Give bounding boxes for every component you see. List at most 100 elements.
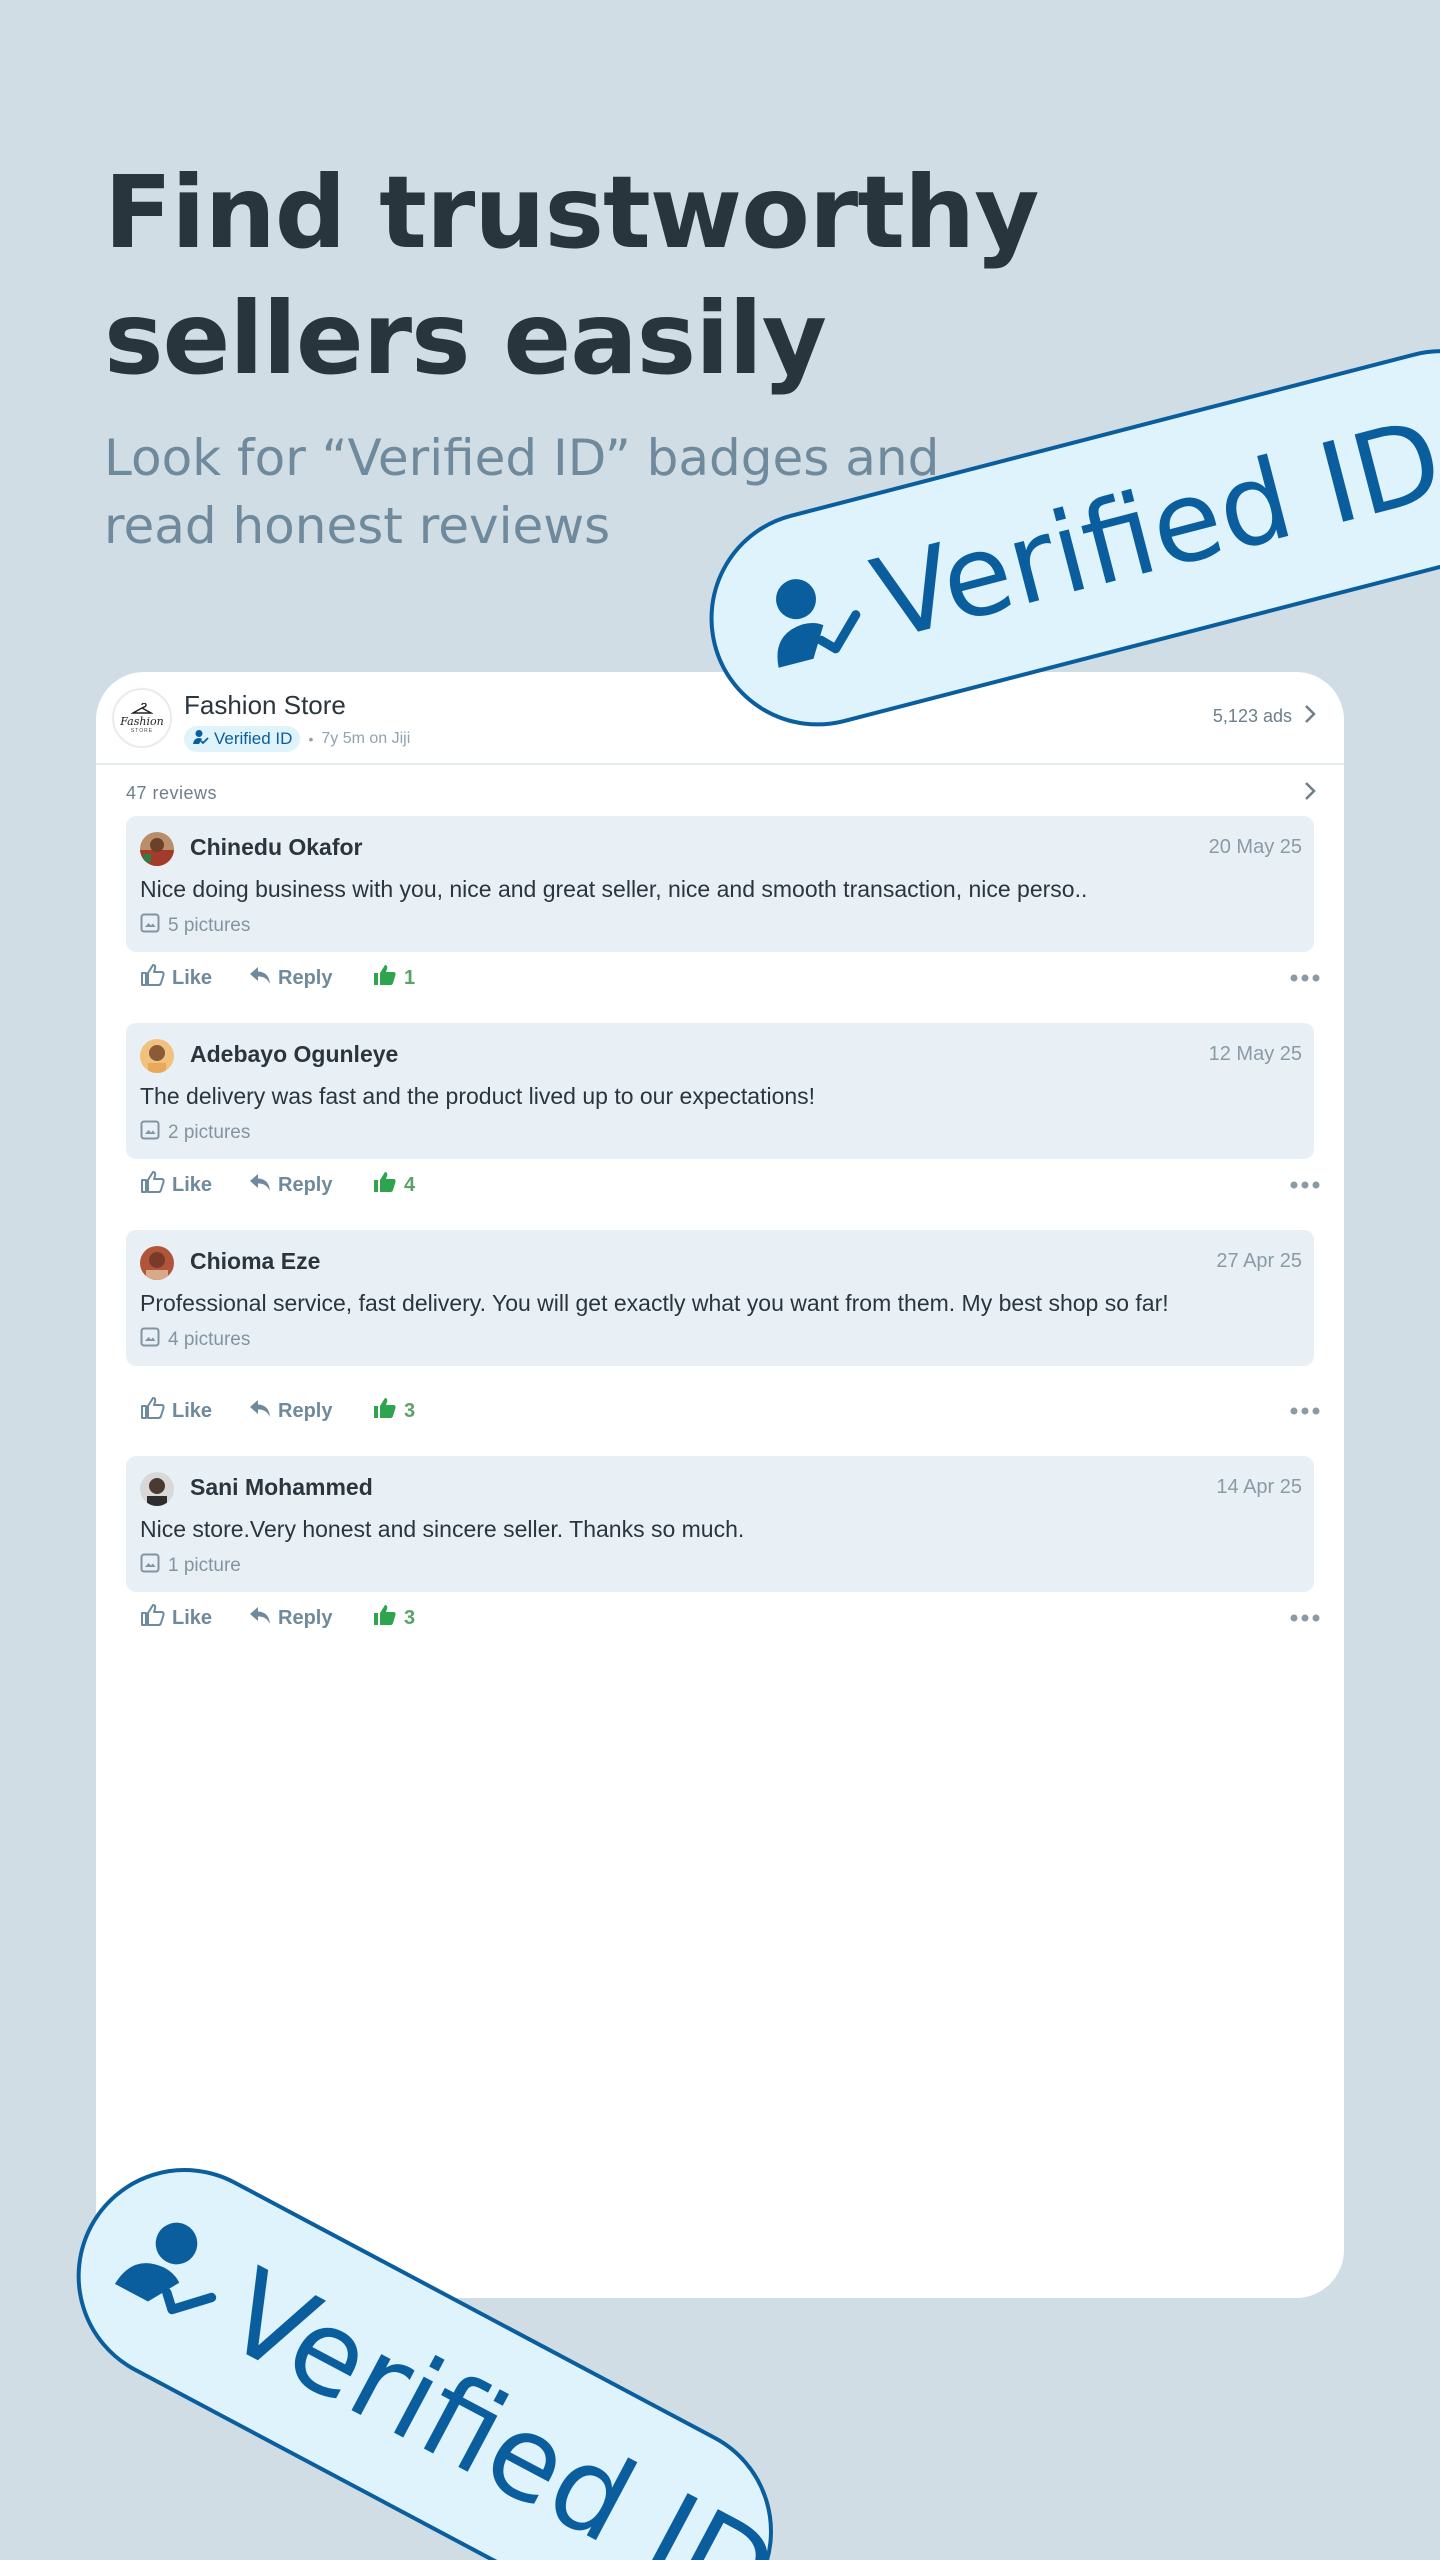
more-horizontal-icon — [1290, 1402, 1320, 1420]
review-text: Professional service, fast delivery. You… — [140, 1290, 1169, 1316]
review-pictures-label: 1 picture — [168, 1555, 241, 1576]
store-logo-text: Fashion — [120, 714, 164, 728]
store-name[interactable]: Fashion Store — [184, 690, 346, 721]
review-author: Sani Mohammed — [190, 1474, 373, 1500]
verified-user-icon — [107, 2202, 245, 2342]
review-text: Nice doing business with you, nice and g… — [140, 876, 1088, 902]
reviews-count: 47 reviews — [126, 782, 218, 803]
like-button[interactable]: Like — [140, 1598, 212, 1638]
thumb-up-outline-icon — [140, 1170, 166, 1200]
ads-count: 5,123 ads — [1212, 706, 1292, 726]
avatar — [140, 1246, 174, 1280]
review-card[interactable]: Chinedu Okafor 20 May 25 Nice doing busi… — [126, 816, 1314, 952]
reply-button[interactable]: Reply — [248, 1165, 332, 1205]
avatar — [140, 1039, 174, 1073]
image-icon — [140, 1553, 160, 1579]
image-icon — [140, 1120, 160, 1146]
more-options-button[interactable] — [1290, 958, 1320, 998]
reply-button[interactable]: Reply — [248, 958, 332, 998]
reply-button[interactable]: Reply — [248, 1598, 332, 1638]
review-date: 27 Apr 25 — [1216, 1250, 1302, 1272]
reply-icon — [248, 1171, 272, 1199]
store-meta: Verified ID • 7y 5m on Jiji — [184, 726, 410, 752]
like-count-value: 3 — [404, 1399, 416, 1422]
like-count: 3 — [372, 1598, 415, 1638]
avatar — [140, 1472, 174, 1506]
review-actions: Like Reply 1 — [140, 958, 1320, 998]
like-label: Like — [172, 1173, 213, 1196]
thumb-up-filled-icon — [372, 1170, 398, 1200]
reply-label: Reply — [278, 1606, 333, 1629]
more-options-button[interactable] — [1290, 1391, 1320, 1431]
review-date: 20 May 25 — [1208, 836, 1302, 858]
verified-user-icon — [192, 729, 210, 750]
review-card[interactable]: Adebayo Ogunleye 12 May 25 The delivery … — [126, 1023, 1314, 1159]
like-count: 4 — [372, 1165, 415, 1205]
like-label: Like — [172, 1399, 213, 1422]
review-author: Chinedu Okafor — [190, 834, 363, 860]
review-card[interactable]: Chioma Eze 27 Apr 25 Professional servic… — [126, 1230, 1314, 1366]
like-label: Like — [172, 966, 213, 989]
thumb-up-outline-icon — [140, 1396, 166, 1426]
ads-link[interactable]: 5,123 ads — [1213, 704, 1316, 729]
review-actions: Like Reply 4 — [140, 1165, 1320, 1205]
review-author: Adebayo Ogunleye — [190, 1041, 399, 1067]
reply-label: Reply — [278, 1399, 333, 1422]
like-count: 1 — [372, 958, 415, 998]
hanger-icon — [130, 701, 154, 716]
review-actions: Like Reply 3 — [140, 1391, 1320, 1431]
more-horizontal-icon — [1290, 969, 1320, 987]
hero-title: Find trustworthy sellers easily — [104, 154, 1039, 397]
review-text: Nice store.Very honest and sincere selle… — [140, 1516, 745, 1542]
reply-label: Reply — [278, 966, 333, 989]
review-pictures-label: 5 pictures — [168, 915, 251, 936]
thumb-up-outline-icon — [140, 1603, 166, 1633]
review-card[interactable]: Sani Mohammed 14 Apr 25 Nice store.Very … — [126, 1456, 1314, 1592]
like-label: Like — [172, 1606, 213, 1629]
thumb-up-filled-icon — [372, 963, 398, 993]
like-button[interactable]: Like — [140, 1165, 212, 1205]
more-options-button[interactable] — [1290, 1165, 1320, 1205]
review-date: 12 May 25 — [1208, 1043, 1302, 1065]
reply-button[interactable]: Reply — [248, 1391, 332, 1431]
chevron-right-icon — [1304, 704, 1316, 729]
more-options-button[interactable] — [1290, 1598, 1320, 1638]
more-horizontal-icon — [1290, 1609, 1320, 1627]
member-since: 7y 5m on Jiji — [321, 730, 411, 747]
like-count-value: 4 — [404, 1173, 416, 1196]
review-pictures-label: 2 pictures — [168, 1122, 251, 1143]
store-logo: Fashion STORE — [112, 688, 172, 748]
like-count: 3 — [372, 1391, 415, 1431]
like-button[interactable]: Like — [140, 1391, 212, 1431]
review-text: The delivery was fast and the product li… — [140, 1083, 816, 1109]
reviews-link[interactable]: 47 reviews — [126, 776, 1316, 810]
reply-icon — [248, 1604, 272, 1632]
verified-user-icon — [755, 558, 873, 680]
seller-card: Fashion STORE Fashion Store Verified ID … — [96, 672, 1344, 2298]
like-button[interactable]: Like — [140, 958, 212, 998]
review-pictures[interactable]: 1 picture — [140, 1553, 241, 1579]
image-icon — [140, 1327, 160, 1353]
review-pictures[interactable]: 2 pictures — [140, 1120, 250, 1146]
store-logo-subtext: STORE — [130, 727, 154, 734]
reply-icon — [248, 1397, 272, 1425]
meta-separator: • — [308, 731, 314, 747]
review-pictures[interactable]: 5 pictures — [140, 913, 250, 939]
image-icon — [140, 913, 160, 939]
review-date: 14 Apr 25 — [1216, 1476, 1302, 1498]
reply-icon — [248, 964, 272, 992]
chevron-right-icon — [1304, 781, 1316, 806]
store-header[interactable]: Fashion STORE Fashion Store Verified ID … — [96, 672, 1344, 765]
review-author: Chioma Eze — [190, 1248, 321, 1274]
thumb-up-filled-icon — [372, 1603, 398, 1633]
like-count-value: 1 — [404, 966, 416, 989]
review-actions: Like Reply 3 — [140, 1598, 1320, 1638]
thumb-up-outline-icon — [140, 963, 166, 993]
reply-label: Reply — [278, 1173, 333, 1196]
avatar — [140, 832, 174, 866]
more-horizontal-icon — [1290, 1176, 1320, 1194]
verified-id-badge: Verified ID — [184, 726, 301, 752]
review-pictures-label: 4 pictures — [168, 1329, 251, 1350]
review-pictures[interactable]: 4 pictures — [140, 1327, 250, 1353]
like-count-value: 3 — [404, 1606, 416, 1629]
